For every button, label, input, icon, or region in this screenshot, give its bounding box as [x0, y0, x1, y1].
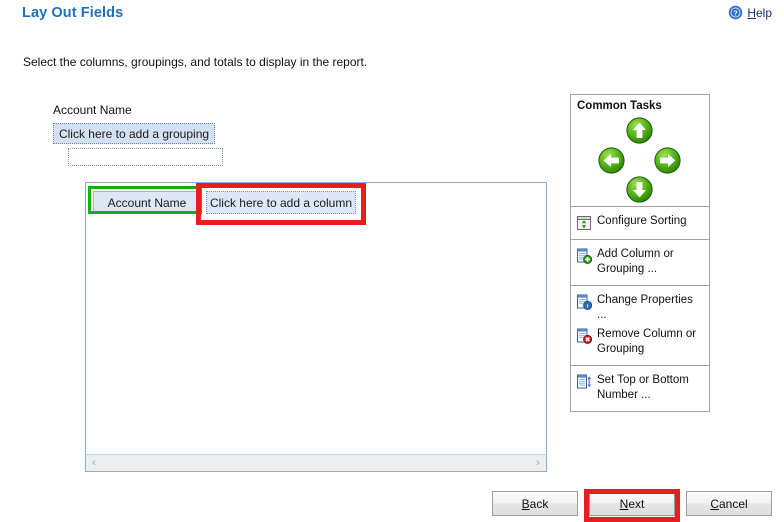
- add-grouping-label: Click here to add a grouping: [58, 126, 210, 141]
- help-mnemonic: H: [747, 5, 756, 20]
- column-header-label: Account Name: [107, 195, 187, 210]
- move-left-button[interactable]: [598, 147, 625, 174]
- back-button[interactable]: Back: [492, 491, 578, 516]
- task-section-topbottom: Set Top or Bottom Number ...: [571, 365, 709, 411]
- cancel-button-rest: ancel: [718, 496, 748, 511]
- move-up-button[interactable]: [626, 117, 653, 144]
- page-title: Lay Out Fields: [22, 5, 124, 21]
- set-top-or-bottom-number-icon: [576, 374, 592, 390]
- change-properties-icon: i: [576, 294, 593, 310]
- instruction-text: Select the columns, groupings, and total…: [23, 55, 368, 69]
- task-label: Change Properties ...: [597, 294, 693, 321]
- configure-sorting-icon: [576, 215, 592, 231]
- task-label: Configure Sorting: [597, 215, 687, 227]
- help-rest: elp: [755, 5, 772, 20]
- scroll-right-icon[interactable]: ›: [530, 455, 546, 471]
- task-section-add: Add Column or Grouping ...: [571, 239, 709, 285]
- cancel-button-mnemonic: C: [710, 496, 719, 511]
- direction-pad: [571, 114, 709, 206]
- task-remove-column-or-grouping[interactable]: Remove Column or Grouping: [576, 325, 705, 359]
- help-label: Help: [747, 6, 772, 20]
- next-button-rest: ext: [628, 496, 645, 511]
- add-column-label: Click here to add a column: [209, 195, 353, 210]
- design-canvas[interactable]: Account Name Click here to add a column: [86, 183, 546, 454]
- wizard-footer-buttons: Back Next Cancel: [492, 491, 772, 516]
- grouping-field-label: Account Name: [53, 103, 132, 117]
- task-label: Remove Column or Grouping: [597, 328, 697, 355]
- task-set-top-or-bottom-number[interactable]: Set Top or Bottom Number ...: [576, 371, 705, 405]
- add-grouping-dropzone[interactable]: Click here to add a grouping: [53, 123, 215, 144]
- common-tasks-title: Common Tasks: [577, 100, 662, 112]
- task-label: Add Column or Grouping ...: [597, 248, 674, 275]
- task-label: Set Top or Bottom Number ...: [597, 374, 689, 401]
- remove-column-or-grouping-icon: [576, 328, 593, 344]
- task-add-column-or-grouping[interactable]: Add Column or Grouping ...: [576, 245, 705, 279]
- common-tasks-panel: Common Tasks Configure Sorting Add Colum…: [570, 94, 710, 412]
- help-link[interactable]: ? Help: [728, 5, 772, 20]
- task-configure-sorting[interactable]: Configure Sorting: [576, 212, 705, 233]
- next-button[interactable]: Next: [589, 491, 675, 516]
- back-button-mnemonic: B: [521, 496, 530, 511]
- task-change-properties[interactable]: i Change Properties ...: [576, 291, 705, 325]
- task-section-modify: i Change Properties ... Remove Column or…: [571, 285, 709, 365]
- move-right-button[interactable]: [654, 147, 681, 174]
- column-header-account-name[interactable]: Account Name: [93, 191, 201, 214]
- column-header-row: Account Name Click here to add a column: [93, 191, 356, 214]
- horizontal-scrollbar[interactable]: ‹ ›: [86, 454, 546, 471]
- back-button-rest: ack: [529, 496, 549, 511]
- task-section-sorting: Configure Sorting: [571, 206, 709, 239]
- add-column-or-grouping-icon: [576, 248, 593, 264]
- add-column-dropzone[interactable]: Click here to add a column: [206, 191, 356, 214]
- report-design-surface[interactable]: Account Name Click here to add a column …: [85, 182, 547, 472]
- cancel-button[interactable]: Cancel: [686, 491, 772, 516]
- move-down-button[interactable]: [626, 176, 653, 203]
- empty-grouping-dropzone[interactable]: [68, 148, 223, 166]
- scroll-left-icon[interactable]: ‹: [86, 455, 102, 471]
- svg-text:?: ?: [734, 10, 738, 18]
- help-question-circle-icon: ?: [728, 5, 743, 20]
